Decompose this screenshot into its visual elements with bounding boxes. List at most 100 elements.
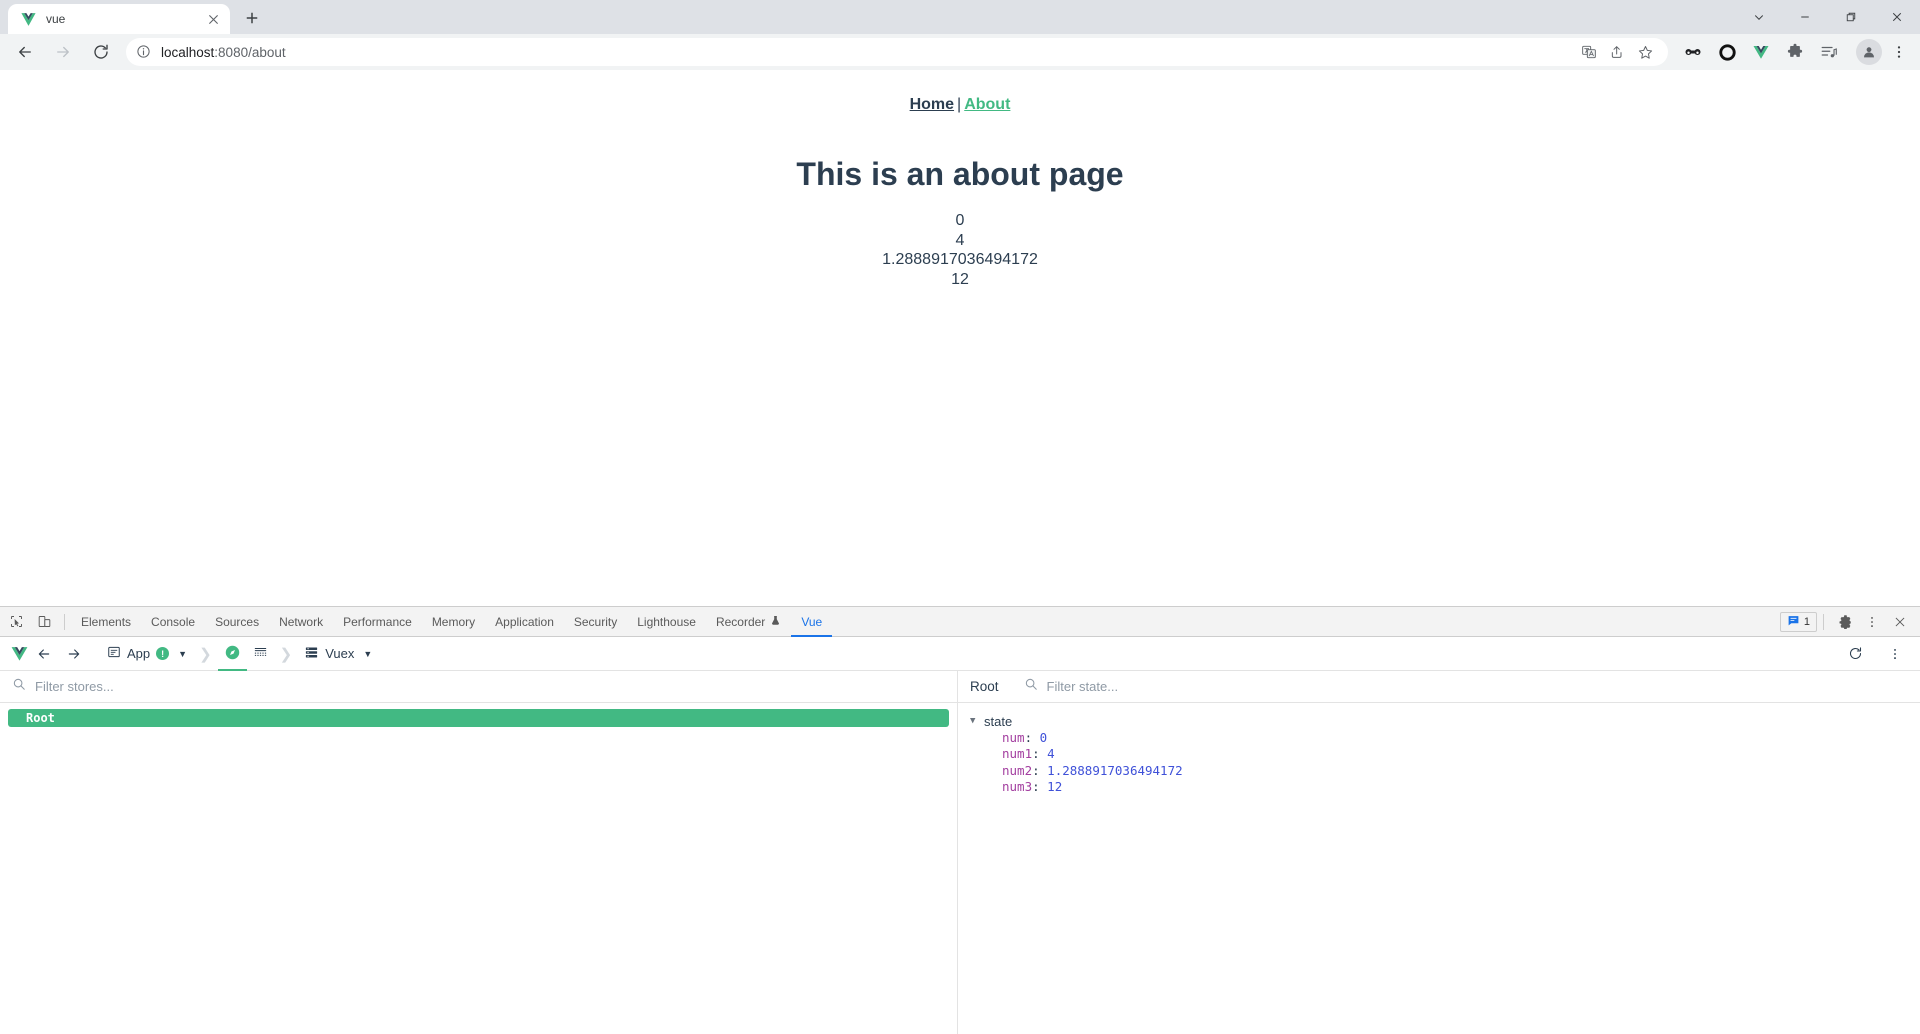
state-colon: : <box>1032 746 1048 761</box>
extensions-area <box>1676 38 1848 66</box>
puzzle-extensions-icon[interactable] <box>1782 38 1808 66</box>
store-item-root[interactable]: Root <box>8 709 949 727</box>
chevron-down-icon[interactable]: ▼ <box>970 716 984 726</box>
stores-filter-bar[interactable]: Filter stores... <box>0 671 957 703</box>
state-colon: : <box>1024 729 1040 745</box>
breadcrumb-label: Vuex <box>325 646 355 661</box>
breadcrumb-separator-2: ❯ <box>279 645 293 663</box>
vue-back-arrow-icon[interactable] <box>29 641 59 667</box>
vue-devtools-icon[interactable] <box>1748 38 1774 66</box>
avatar-icon[interactable] <box>1856 39 1882 65</box>
kebab-menu-icon[interactable] <box>1888 38 1910 66</box>
close-icon[interactable] <box>205 11 222 28</box>
state-tree-label: state <box>984 713 1013 729</box>
devtools-tab-console[interactable]: Console <box>141 607 205 637</box>
glasses-extension-icon[interactable] <box>1680 38 1706 66</box>
warning-badge: ! <box>156 647 170 660</box>
bookmark-star-icon[interactable] <box>1632 39 1658 65</box>
close-icon[interactable] <box>1874 0 1920 34</box>
state-value: 12 <box>1047 779 1063 794</box>
state-value-num2: 1.2888917036494172 <box>882 251 1038 269</box>
url-host: localhost <box>161 44 215 60</box>
breadcrumb-app[interactable]: App ! ▼ <box>101 637 193 671</box>
settings-gear-icon[interactable] <box>1831 609 1857 635</box>
reload-icon[interactable] <box>87 38 115 66</box>
maximize-icon[interactable] <box>1828 0 1874 34</box>
chevron-down-icon[interactable]: ▼ <box>178 649 187 659</box>
browser-tab[interactable]: vue <box>8 4 230 34</box>
state-value-num1: 4 <box>955 231 965 249</box>
compass-icon <box>224 644 241 664</box>
devtools-tab-network[interactable]: Network <box>269 607 333 637</box>
chevron-down-icon[interactable] <box>1736 0 1782 34</box>
new-tab-icon[interactable] <box>238 4 266 32</box>
devtools-tab-vue[interactable]: Vue <box>791 607 832 637</box>
reading-list-icon[interactable] <box>1816 38 1842 66</box>
vue-devtools-body: Filter stores... Root Root Filter state.… <box>0 671 1920 1034</box>
kebab-menu-icon[interactable] <box>1880 641 1910 667</box>
timeline-icon <box>253 645 268 663</box>
devtools-tab-elements[interactable]: Elements <box>71 607 141 637</box>
state-value-num: 0 <box>955 212 965 229</box>
chevron-down-icon[interactable]: ▼ <box>363 649 372 659</box>
device-toolbar-icon[interactable] <box>31 609 57 635</box>
close-devtools-icon[interactable] <box>1887 609 1913 635</box>
state-colon: : <box>1032 762 1048 778</box>
devtools-tab-bar: Elements Console Sources Network Perform… <box>0 607 1920 637</box>
state-key: num <box>1002 729 1025 745</box>
tab-label: Sources <box>215 614 260 629</box>
devtools-tab-security[interactable]: Security <box>564 607 627 637</box>
tab-strip: vue <box>0 0 1920 34</box>
url-text: localhost:8080/about <box>161 45 286 60</box>
breadcrumb-label: App <box>127 646 151 661</box>
inspect-element-icon[interactable] <box>3 609 29 635</box>
devtools-tab-application[interactable]: Application <box>485 607 564 637</box>
vue-forward-arrow-icon[interactable] <box>59 641 89 667</box>
vue-logo-icon <box>20 11 37 28</box>
breadcrumb-timeline[interactable] <box>247 637 274 671</box>
info-circle-icon[interactable] <box>136 44 152 60</box>
devtools-tab-sources[interactable]: Sources <box>205 607 269 637</box>
stores-filter-input[interactable]: Filter stores... <box>35 679 114 694</box>
tab-label: Recorder <box>715 614 766 629</box>
state-colon: : <box>1032 779 1048 794</box>
devtools-tab-lighthouse[interactable]: Lighthouse <box>627 607 706 637</box>
url-path: :8080/about <box>214 44 286 60</box>
back-arrow-icon[interactable] <box>11 38 39 66</box>
share-icon[interactable] <box>1604 39 1630 65</box>
minimize-icon[interactable] <box>1782 0 1828 34</box>
state-filter-input[interactable]: Filter state... <box>1047 679 1119 694</box>
devtools-tab-memory[interactable]: Memory <box>422 607 485 637</box>
state-entry-num2[interactable]: num2: 1.2888917036494172 <box>970 763 1920 780</box>
devtools-panel: Elements Console Sources Network Perform… <box>0 606 1920 1034</box>
state-tree: ▼ state num: 0 num1: 4 num2: 1.288891703… <box>958 703 1920 1034</box>
breadcrumb-inspector[interactable] <box>218 637 247 671</box>
state-entry-num[interactable]: num: 0 <box>970 730 1920 747</box>
omnibox-actions <box>1574 39 1658 65</box>
devtools-tab-performance[interactable]: Performance <box>333 607 422 637</box>
tab-label: Console <box>151 614 196 629</box>
state-entry-num1[interactable]: num1: 4 <box>970 746 1920 763</box>
state-filter-bar: Root Filter state... <box>958 671 1920 703</box>
refresh-icon[interactable] <box>1840 641 1870 667</box>
kebab-menu-icon[interactable] <box>1859 609 1885 635</box>
nav-link-about[interactable]: About <box>964 96 1010 113</box>
messages-icon <box>1787 614 1800 630</box>
breadcrumb-vuex[interactable]: Vuex ▼ <box>298 637 378 671</box>
state-tree-root[interactable]: ▼ state <box>970 713 1920 730</box>
nav-separator: | <box>957 96 962 113</box>
page-viewport: Home | About This is an about page 0 4 1.2… <box>0 70 1920 606</box>
nav-link-home[interactable]: Home <box>910 96 954 113</box>
state-value: 0 <box>1039 729 1048 745</box>
flask-icon <box>770 615 781 629</box>
messages-badge[interactable]: 1 <box>1779 611 1817 632</box>
state-value: 1.2888917036494172 <box>1047 762 1183 778</box>
address-bar[interactable]: localhost:8080/about <box>126 38 1668 66</box>
state-pane: Root Filter state... ▼ state num: 0 num1… <box>958 671 1920 1034</box>
translate-icon[interactable] <box>1576 39 1602 65</box>
circle-extension-icon[interactable] <box>1714 38 1740 66</box>
forward-arrow-icon[interactable] <box>49 38 77 66</box>
state-entry-num3[interactable]: num3: 12 <box>970 779 1920 796</box>
devtools-tab-recorder[interactable]: Recorder <box>706 607 791 637</box>
state-pane-title: Root <box>970 679 999 694</box>
